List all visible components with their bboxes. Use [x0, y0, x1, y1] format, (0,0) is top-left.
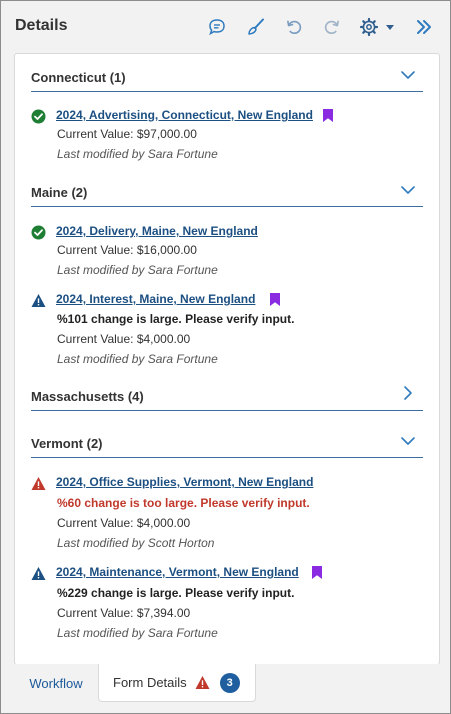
section-title: Maine (2)	[31, 185, 88, 200]
collapse-panel-icon	[417, 20, 431, 34]
bookmark-icon[interactable]	[323, 109, 333, 122]
gear-icon	[359, 17, 379, 37]
last-modified: Last modified by Sara Fortune	[57, 263, 218, 277]
validation-message: %101 change is large. Please verify inpu…	[57, 312, 295, 326]
brush-button[interactable]	[243, 14, 269, 40]
tab-form-details[interactable]: Form Details 3	[98, 664, 256, 702]
section-title: Massachusetts (4)	[31, 389, 144, 404]
redo-icon	[324, 20, 339, 35]
last-modified: Last modified by Sara Fortune	[57, 626, 218, 640]
chevron-down-icon[interactable]	[399, 181, 417, 199]
comment-icon	[209, 19, 225, 36]
tab-form-details-label: Form Details	[113, 675, 187, 690]
item-link[interactable]: 2024, Delivery, Maine, New England	[56, 224, 258, 238]
caret-down-icon	[386, 25, 394, 30]
chevron-down-icon[interactable]	[399, 432, 417, 450]
section-header-vermont[interactable]: Vermont (2)	[31, 432, 423, 458]
warning-triangle-icon	[31, 567, 46, 580]
undo-icon	[287, 20, 302, 35]
validation-message: %229 change is large. Please verify inpu…	[57, 586, 295, 600]
current-value: Current Value: $97,000.00	[57, 127, 197, 141]
chevron-right-icon[interactable]	[399, 385, 417, 403]
section-header-connecticut[interactable]: Connecticut (1)	[31, 66, 423, 92]
last-modified: Last modified by Scott Horton	[57, 536, 215, 550]
issue-count-badge: 3	[219, 672, 240, 693]
tab-workflow[interactable]: Workflow	[14, 664, 98, 702]
redo-button[interactable]	[319, 14, 345, 40]
item-link[interactable]: 2024, Office Supplies, Vermont, New Engl…	[56, 475, 313, 489]
comment-button[interactable]	[204, 14, 230, 40]
validation-message: %60 change is too large. Please verify i…	[57, 496, 310, 510]
brush-icon	[248, 18, 264, 35]
check-circle-icon	[31, 225, 46, 240]
section-title: Vermont (2)	[31, 436, 103, 451]
item-link[interactable]: 2024, Interest, Maine, New England	[56, 292, 255, 306]
item-link[interactable]: 2024, Maintenance, Vermont, New England	[56, 565, 299, 579]
current-value: Current Value: $4,000.00	[57, 332, 191, 346]
undo-button[interactable]	[281, 14, 307, 40]
section-header-maine[interactable]: Maine (2)	[31, 181, 423, 207]
details-content: Connecticut (1) 2024, Advertising, Conne…	[14, 53, 440, 665]
details-header: Details	[1, 1, 450, 51]
item-link[interactable]: 2024, Advertising, Connecticut, New Engl…	[56, 108, 313, 122]
error-triangle-icon	[31, 477, 46, 490]
section-header-massachusetts[interactable]: Massachusetts (4)	[31, 385, 423, 411]
bottom-tab-bar: Workflow Form Details 3	[1, 664, 450, 713]
error-triangle-icon	[195, 676, 210, 689]
collapse-panel-button[interactable]	[411, 14, 437, 40]
settings-menu-button[interactable]	[356, 14, 398, 40]
last-modified: Last modified by Sara Fortune	[57, 147, 218, 161]
bookmark-icon[interactable]	[270, 293, 280, 306]
chevron-down-icon[interactable]	[399, 66, 417, 84]
current-value: Current Value: $7,394.00	[57, 606, 191, 620]
warning-triangle-icon	[31, 294, 46, 307]
check-circle-icon	[31, 109, 46, 124]
last-modified: Last modified by Sara Fortune	[57, 352, 218, 366]
bookmark-icon[interactable]	[312, 566, 322, 579]
current-value: Current Value: $4,000.00	[57, 516, 191, 530]
page-title: Details	[15, 17, 68, 34]
section-title: Connecticut (1)	[31, 70, 126, 85]
current-value: Current Value: $16,000.00	[57, 243, 197, 257]
